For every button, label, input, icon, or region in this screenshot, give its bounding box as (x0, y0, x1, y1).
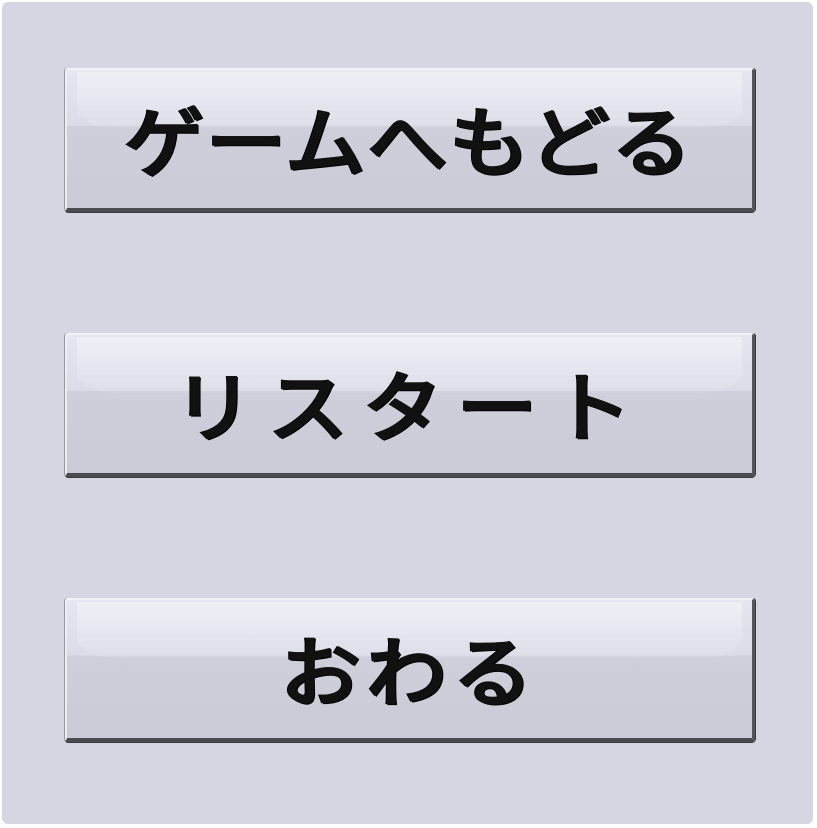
pause-menu-panel: ゲームへもどる リスタート おわる (2, 2, 813, 824)
back-to-game-label: ゲームへもどる (124, 99, 695, 188)
back-to-game-button[interactable]: ゲームへもどる (65, 68, 755, 212)
restart-label: リスタート (173, 364, 646, 453)
quit-label: おわる (280, 629, 539, 718)
restart-button[interactable]: リスタート (65, 333, 755, 477)
quit-button[interactable]: おわる (65, 598, 755, 742)
